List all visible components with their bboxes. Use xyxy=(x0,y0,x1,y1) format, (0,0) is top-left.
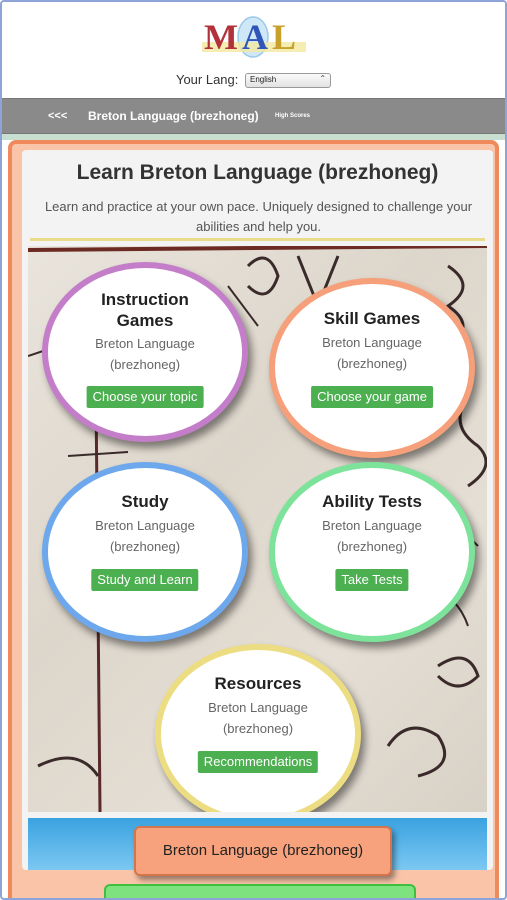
tile-title: Resources xyxy=(214,674,302,693)
page-subtitle: Learn and practice at your own pace. Uni… xyxy=(44,199,473,234)
svg-text:L: L xyxy=(272,17,296,57)
svg-text:M: M xyxy=(204,17,238,57)
header-divider xyxy=(30,238,485,241)
resources-tile[interactable]: Resources Breton Language (brezhoneg) Re… xyxy=(155,644,361,812)
lang-label: Your Lang: xyxy=(175,72,239,87)
tile-title: Skill Games xyxy=(323,309,421,328)
language-selector-row: Your Lang: English ⌃ xyxy=(2,72,505,89)
lang-selected-value: English xyxy=(250,75,277,85)
tile-language: (brezhoneg) xyxy=(222,721,294,736)
tile-language: (brezhoneg) xyxy=(109,357,181,372)
choose-game-button[interactable]: Choose your game xyxy=(311,386,433,408)
app-frame: M A L Your Lang: English ⌃ <<< Breton La… xyxy=(0,0,507,900)
instruction-games-tile[interactable]: Instruction Games Breton Language (brezh… xyxy=(42,262,248,442)
tile-language: Breton Language xyxy=(322,518,422,533)
back-link[interactable]: <<< xyxy=(48,110,67,122)
page-title: Learn Breton Language (brezhoneg) xyxy=(76,161,439,184)
tile-title: Games xyxy=(116,311,174,330)
tile-title: Study xyxy=(121,492,169,511)
learn-card: Learn Breton Language (brezhoneg) Learn … xyxy=(22,150,493,898)
take-tests-button[interactable]: Take Tests xyxy=(335,569,409,591)
tile-language: Breton Language xyxy=(208,700,308,715)
ability-tests-tile[interactable]: Ability Tests Breton Language (brezhoneg… xyxy=(269,462,475,642)
tile-language: Breton Language xyxy=(95,518,195,533)
svg-text:A: A xyxy=(242,17,268,57)
study-learn-button[interactable]: Study and Learn xyxy=(91,569,199,591)
tile-language: (brezhoneg) xyxy=(336,539,408,554)
site-header: M A L Your Lang: English ⌃ xyxy=(2,2,505,98)
nav-title-link[interactable]: Breton Language (brezhoneg) xyxy=(88,109,259,123)
nav-bar: <<< Breton Language (brezhoneg) High Sco… xyxy=(2,98,505,134)
bottom-banner: Breton Language (brezhoneg) xyxy=(28,818,487,898)
tile-language: Breton Language xyxy=(95,336,195,351)
background-photo: Instruction Games Breton Language (brezh… xyxy=(28,246,487,812)
secondary-button[interactable] xyxy=(104,884,416,898)
tile-language: Breton Language xyxy=(322,335,422,350)
recommendations-button[interactable]: Recommendations xyxy=(197,751,319,773)
tile-language: (brezhoneg) xyxy=(336,356,408,371)
tile-language: (brezhoneg) xyxy=(109,539,181,554)
content-panel: Learn Breton Language (brezhoneg) Learn … xyxy=(8,140,499,898)
choose-topic-button[interactable]: Choose your topic xyxy=(86,386,204,408)
card-header: Learn Breton Language (brezhoneg) Learn … xyxy=(22,150,493,242)
language-home-button[interactable]: Breton Language (brezhoneg) xyxy=(134,826,392,876)
tile-title: Ability Tests xyxy=(322,492,422,511)
mal-logo[interactable]: M A L xyxy=(198,10,310,62)
skill-games-tile[interactable]: Skill Games Breton Language (brezhoneg) … xyxy=(269,278,475,458)
lang-select[interactable]: English ⌃ xyxy=(245,73,332,89)
high-scores-link[interactable]: High Scores xyxy=(275,113,310,119)
tile-title: Instruction xyxy=(101,290,189,309)
chevron-down-icon: ⌃ xyxy=(319,74,327,84)
study-tile[interactable]: Study Breton Language (brezhoneg) Study … xyxy=(42,462,248,642)
